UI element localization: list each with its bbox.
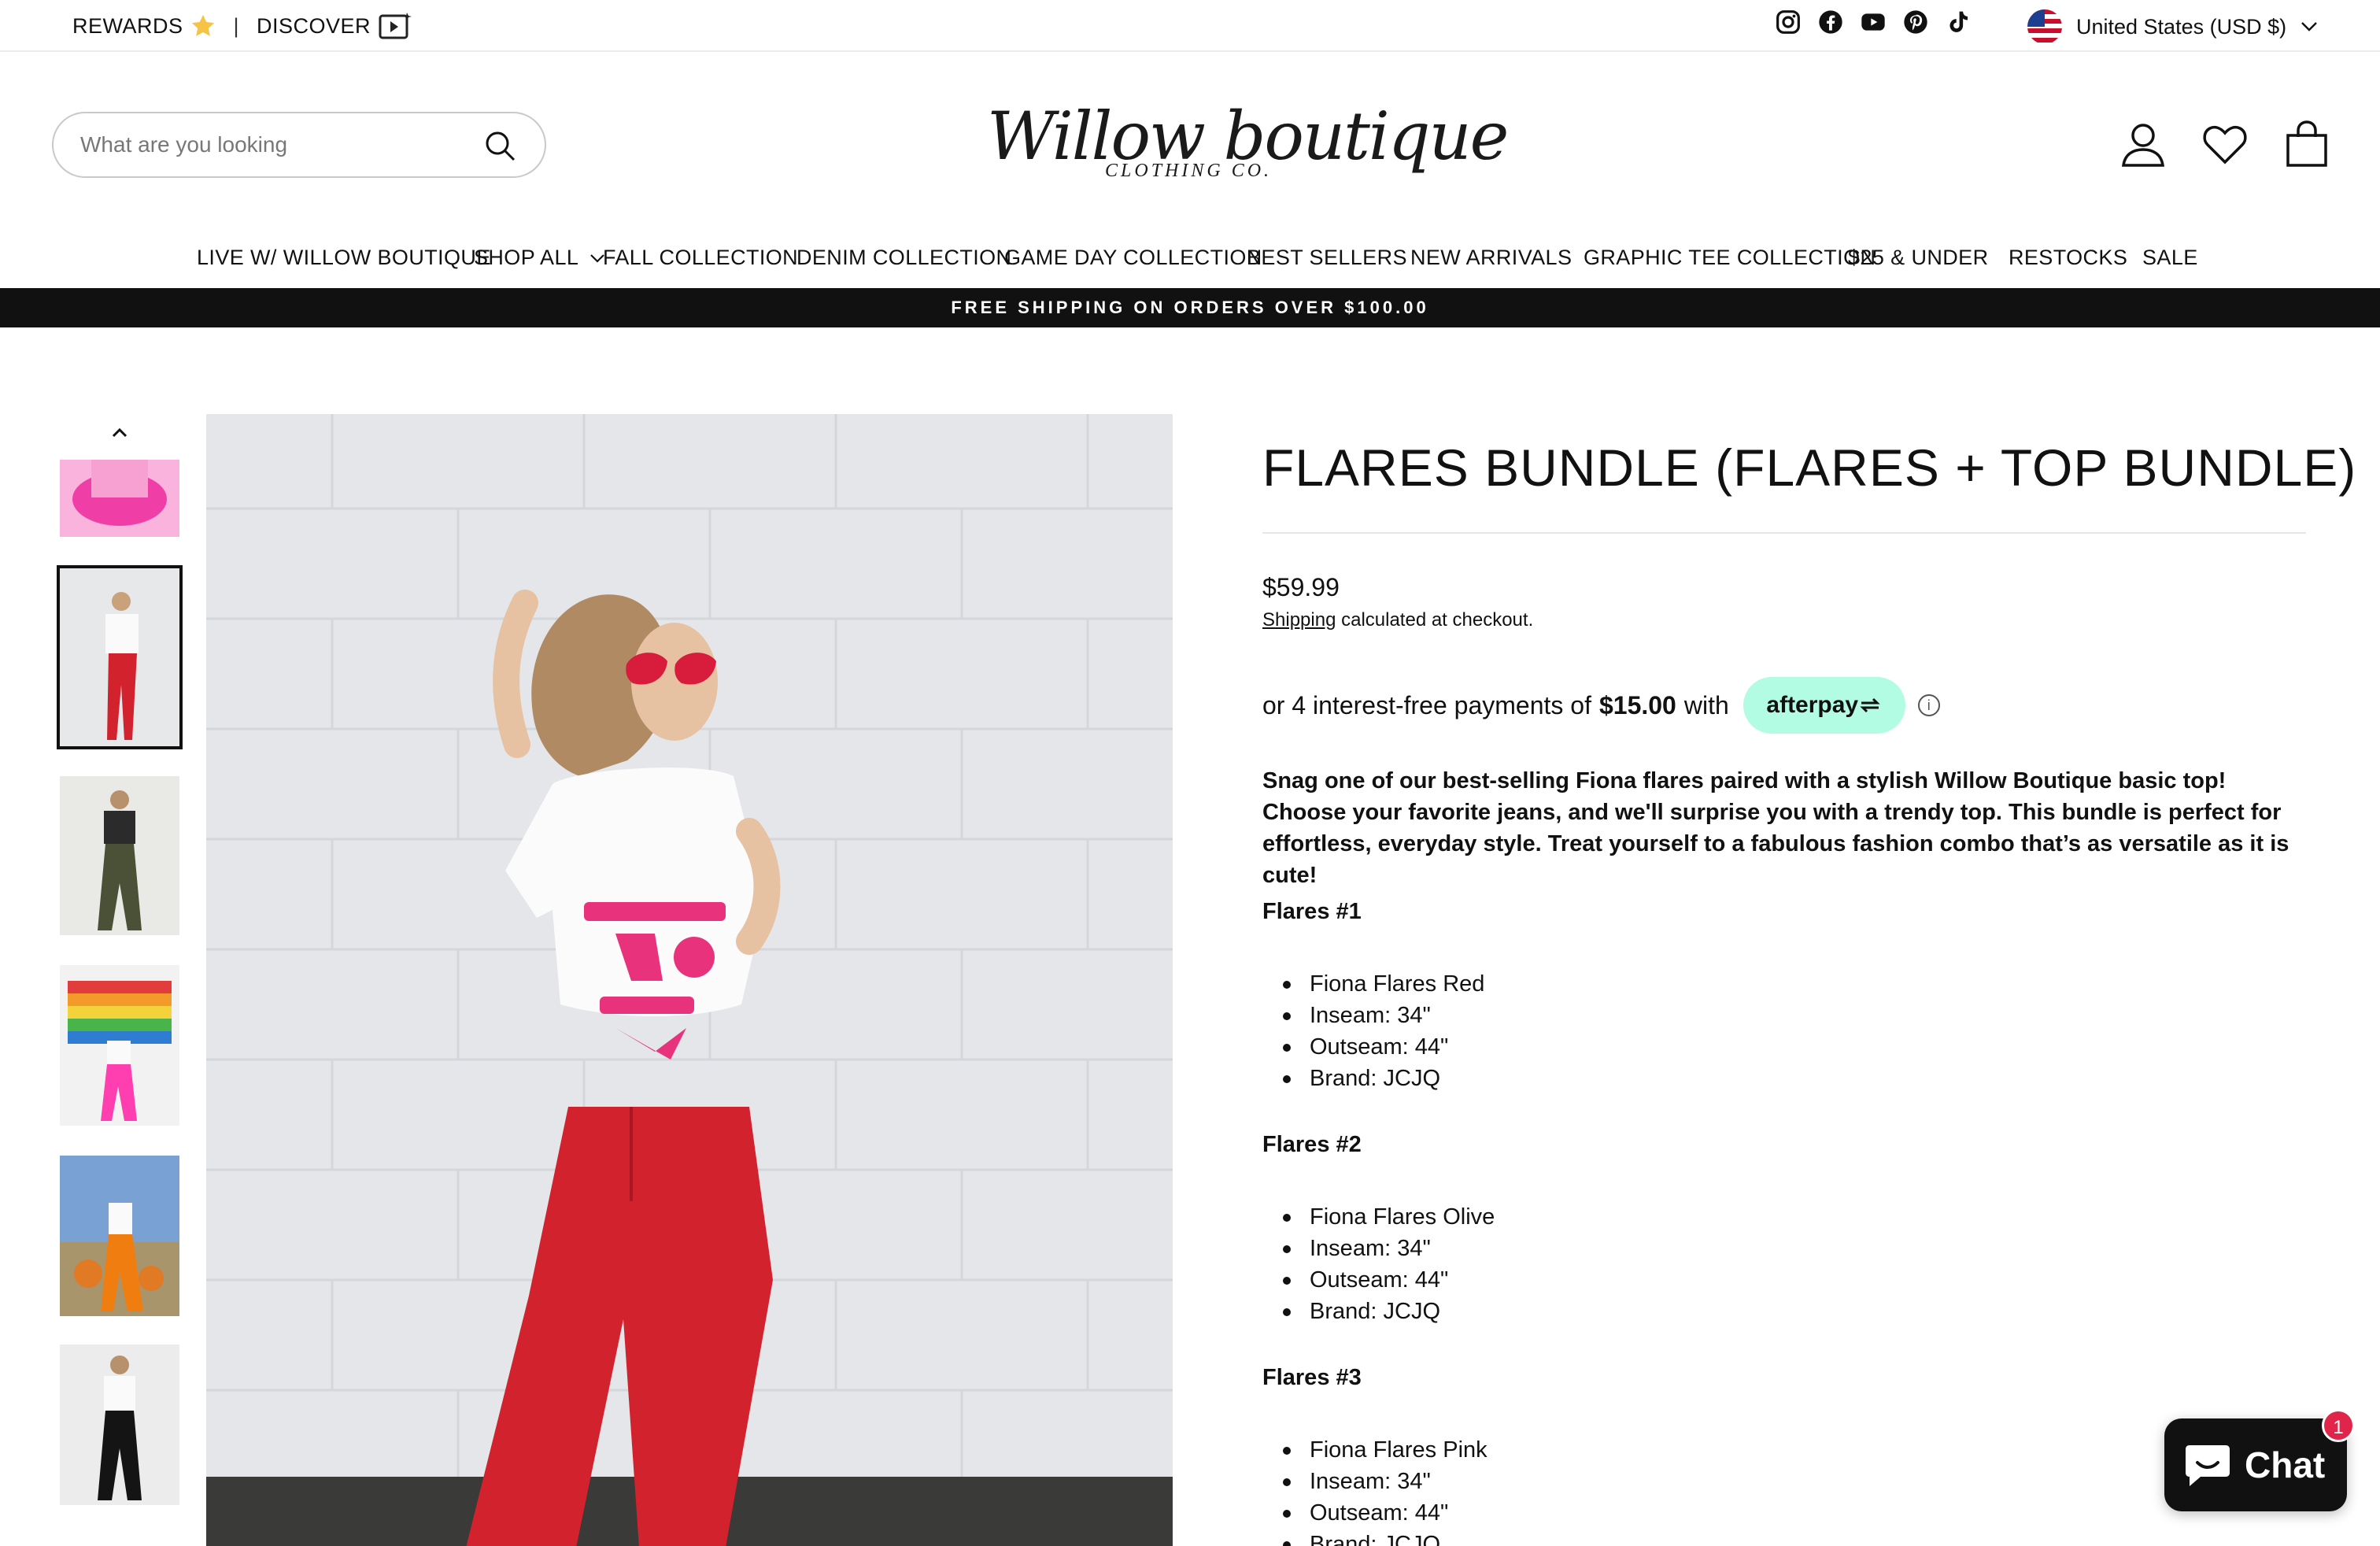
chevron-down-icon (2301, 22, 2317, 31)
list-item: Inseam: 34" (1283, 1233, 1495, 1264)
thumbnail-6[interactable] (60, 1344, 179, 1505)
shipping-note: Shipping calculated at checkout. (1262, 609, 1533, 631)
list-item: Outseam: 44" (1283, 1264, 1495, 1296)
search-icon[interactable] (483, 129, 516, 162)
account-icon[interactable] (2120, 120, 2166, 168)
cart-bag-icon[interactable] (2284, 120, 2330, 168)
afterpay-badge[interactable]: afterpay (1743, 677, 1905, 734)
list-item: Fiona Flares Olive (1283, 1201, 1495, 1233)
chat-button[interactable]: Chat (2164, 1418, 2347, 1511)
star-icon (191, 14, 214, 36)
thumbnail-2[interactable] (57, 565, 183, 749)
nav-graphic-tee-collection[interactable]: GRAPHIC TEE COLLECTION (1584, 246, 1876, 270)
social-links (1776, 9, 1971, 35)
wishlist-heart-icon[interactable] (2202, 120, 2248, 168)
nav-25-and-under[interactable]: $25 & UNDER (1848, 246, 1988, 270)
flares-2-list: Fiona Flares Olive Inseam: 34" Outseam: … (1283, 1201, 1495, 1327)
afterpay-brand: afterpay (1766, 692, 1859, 718)
product-description: Snag one of our best-selling Fiona flare… (1262, 768, 2289, 888)
flares-1-heading: Flares #1 (1262, 899, 1362, 924)
rewards-label: REWARDS (72, 13, 183, 38)
chat-label: Chat (2245, 1444, 2326, 1485)
afterpay-arrows-icon (1860, 697, 1880, 713)
product-title: FLARES BUNDLE (FLARES + TOP BUNDLE) (1262, 438, 2357, 497)
nav-denim-collection[interactable]: DENIM COLLECTION (796, 246, 1011, 270)
title-divider (1262, 532, 2306, 534)
shipping-text: calculated at checkout. (1336, 609, 1534, 631)
nav-best-sellers[interactable]: BEST SELLERS (1247, 246, 1407, 270)
search-input[interactable] (80, 129, 474, 161)
header-icons (2120, 120, 2330, 168)
afterpay-prefix: or 4 interest-free payments of (1262, 690, 1591, 719)
country-label: United States (USD $) (2076, 14, 2287, 39)
shipping-link[interactable]: Shipping (1262, 609, 1336, 631)
nav-new-arrivals[interactable]: NEW ARRIVALS (1410, 246, 1572, 270)
list-item: Fiona Flares Pink (1283, 1434, 1488, 1466)
list-item: Inseam: 34" (1283, 1000, 1484, 1031)
logo-subtitle: CLOTHING CO. (1105, 161, 1273, 181)
utility-links: REWARDS | DISCOVER (72, 11, 412, 41)
afterpay-amount: $15.00 (1598, 690, 1676, 719)
nav-fall-collection[interactable]: FALL COLLECTION (603, 246, 798, 270)
nav-sale[interactable]: SALE (2142, 246, 2198, 270)
nav-shop-all[interactable]: SHOP ALL (474, 246, 605, 270)
nav-game-day-collection[interactable]: GAME DAY COLLECTION (1004, 246, 1262, 270)
promo-bar: FREE SHIPPING ON ORDERS OVER $100.00 (0, 288, 2380, 327)
list-item: Fiona Flares Red (1283, 968, 1484, 1000)
utility-bar: REWARDS | DISCOVER United States (USD $) (0, 0, 2380, 52)
chat-notification-badge: 1 (2322, 1409, 2355, 1442)
site-logo[interactable]: Willow boutique CLOTHING CO. (987, 98, 1509, 192)
list-item: Outseam: 44" (1283, 1497, 1488, 1529)
us-flag-icon (2027, 9, 2062, 44)
chat-bubble-icon (2186, 1445, 2230, 1486)
pinterest-icon[interactable] (1903, 9, 1928, 35)
rewards-link[interactable]: REWARDS (72, 13, 216, 39)
nav-live[interactable]: LIVE W/ WILLOW BOUTIQUE (197, 246, 491, 270)
discover-link[interactable]: DISCOVER (257, 11, 412, 41)
info-icon[interactable]: i (1917, 694, 1940, 716)
country-selector[interactable]: United States (USD $) (2027, 9, 2318, 44)
flares-3-list: Fiona Flares Pink Inseam: 34" Outseam: 4… (1283, 1434, 1488, 1546)
product-price: $59.99 (1262, 573, 1340, 601)
utility-separator: | (233, 13, 240, 38)
list-item: Outseam: 44" (1283, 1031, 1484, 1063)
thumbnail-4[interactable] (60, 965, 179, 1126)
list-item: Brand: JCJQ (1283, 1529, 1488, 1546)
list-item: Brand: JCJQ (1283, 1296, 1495, 1327)
search-box (52, 112, 546, 178)
youtube-icon[interactable] (1861, 9, 1886, 35)
list-item: Brand: JCJQ (1283, 1063, 1484, 1094)
instagram-icon[interactable] (1776, 9, 1801, 35)
nav-restocks[interactable]: RESTOCKS (2009, 246, 2127, 270)
nav-shop-all-label: SHOP ALL (474, 246, 579, 269)
discover-label: DISCOVER (257, 13, 371, 38)
facebook-icon[interactable] (1818, 9, 1843, 35)
flares-3-heading: Flares #3 (1262, 1365, 1362, 1390)
thumbnail-5[interactable] (60, 1156, 179, 1316)
chevron-up-icon[interactable] (109, 422, 131, 444)
thumbnail-3[interactable] (60, 776, 179, 935)
afterpay-row: or 4 interest-free payments of $15.00 wi… (1262, 677, 1940, 734)
thumbnail-1[interactable] (60, 460, 179, 537)
flares-2-heading: Flares #2 (1262, 1132, 1362, 1157)
main-product-image[interactable] (206, 414, 1173, 1546)
video-play-icon (379, 13, 412, 39)
flares-1-list: Fiona Flares Red Inseam: 34" Outseam: 44… (1283, 968, 1484, 1094)
main-nav: LIVE W/ WILLOW BOUTIQUE SHOP ALL FALL CO… (0, 246, 2380, 285)
list-item: Inseam: 34" (1283, 1466, 1488, 1497)
afterpay-with: with (1683, 690, 1729, 719)
tiktok-icon[interactable] (1946, 9, 1971, 35)
